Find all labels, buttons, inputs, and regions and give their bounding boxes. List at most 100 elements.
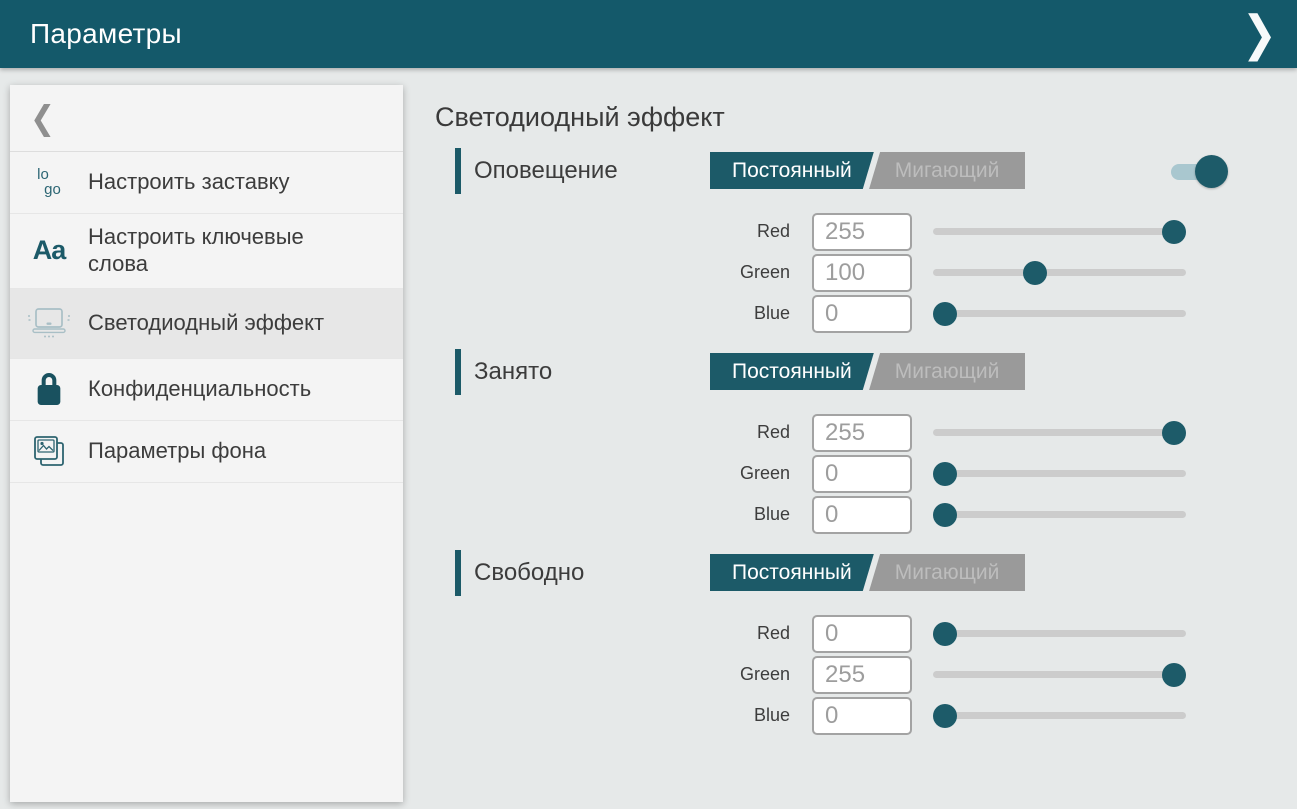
sidebar-item-led-effect[interactable]: Светодиодный эффект [10,289,403,359]
slider-thumb[interactable] [933,503,957,527]
red-value-input[interactable] [812,414,912,452]
slider-thumb[interactable] [1023,261,1047,285]
green-slider[interactable] [933,663,1186,687]
sidebar-item-label: Настроить заставку [88,169,290,196]
mode-segmented-control: Постоянный Мигающий [710,554,1025,591]
blue-value-input[interactable] [812,295,912,333]
sidebar-item-label: Настроить ключевые слова [88,224,338,278]
led-screen-icon [10,306,88,340]
slider-track [933,228,1186,235]
mode-blinking-button[interactable]: Мигающий [869,353,1025,390]
red-label: Red [435,422,790,443]
slider-thumb[interactable] [933,462,957,486]
mode-constant-button[interactable]: Постоянный [710,152,874,189]
chevron-right-icon[interactable]: ❯ [1242,10,1277,58]
blue-label: Blue [435,303,790,324]
mode-segmented-control: Постоянный Мигающий [710,152,1025,189]
green-value-input[interactable] [812,455,912,493]
red-row: Red [435,613,1297,654]
red-value-input[interactable] [812,615,912,653]
sidebar-item-privacy[interactable]: Конфиденциальность [10,359,403,421]
slider-track [933,630,1186,637]
sidebar-item-keywords[interactable]: Aa Настроить ключевые слова [10,214,403,289]
notification-enabled-toggle[interactable] [1171,155,1228,188]
mode-segmented-control: Постоянный Мигающий [710,353,1025,390]
blue-value-input[interactable] [812,496,912,534]
section-accent-bar [455,349,461,395]
red-slider[interactable] [933,421,1186,445]
green-label: Green [435,664,790,685]
blue-label: Blue [435,705,790,726]
slider-track [933,429,1186,436]
red-slider[interactable] [933,220,1186,244]
sidebar-item-screensaver[interactable]: lo go Настроить заставку [10,152,403,214]
blue-label: Blue [435,504,790,525]
sidebar-collapse-row[interactable]: ❮ [10,85,403,152]
section-title: Оповещение [474,157,618,185]
blue-slider[interactable] [933,503,1186,527]
slider-track [933,671,1186,678]
blue-row: Blue [435,695,1297,736]
chevron-left-icon: ❮ [30,99,55,138]
slider-thumb[interactable] [1162,663,1186,687]
slider-track [933,310,1186,317]
background-images-icon [10,433,88,469]
slider-thumb[interactable] [1162,421,1186,445]
mode-blinking-label: Мигающий [895,561,1000,585]
green-row: Green [435,654,1297,695]
mode-constant-label: Постоянный [732,159,852,183]
keywords-aa-icon: Aa [10,235,88,266]
blue-slider[interactable] [933,302,1186,326]
green-value-input[interactable] [812,656,912,694]
red-label: Red [435,623,790,644]
green-row: Green [435,453,1297,494]
mode-blinking-label: Мигающий [895,360,1000,384]
green-slider[interactable] [933,261,1186,285]
blue-row: Blue [435,494,1297,535]
section-busy: Занято Постоянный Мигающий Red Green [435,348,1297,535]
mode-blinking-button[interactable]: Мигающий [869,554,1025,591]
green-value-input[interactable] [812,254,912,292]
section-notification: Оповещение Постоянный Мигающий Red Green [435,147,1297,334]
slider-track [933,269,1186,276]
section-title: Занято [474,358,552,386]
slider-track [933,511,1186,518]
slider-thumb[interactable] [1162,220,1186,244]
section-accent-bar [455,148,461,194]
slider-thumb[interactable] [933,704,957,728]
section-free: Свободно Постоянный Мигающий Red Green [435,549,1297,736]
sidebar-item-background[interactable]: Параметры фона [10,421,403,483]
green-slider[interactable] [933,462,1186,486]
red-row: Red [435,412,1297,453]
led-effect-panel: Светодиодный эффект Оповещение Постоянны… [435,68,1297,736]
settings-sidebar: ❮ lo go Настроить заставку Aa Настроить … [10,85,403,802]
mode-blinking-label: Мигающий [895,159,1000,183]
red-label: Red [435,221,790,242]
red-row: Red [435,211,1297,252]
aa-glyph: Aa [33,235,66,266]
app-header: Параметры ❯ [0,0,1297,68]
logo-icon-line2: go [44,183,61,197]
slider-thumb[interactable] [933,302,957,326]
slider-track [933,470,1186,477]
lock-icon [10,371,88,407]
mode-constant-button[interactable]: Постоянный [710,554,874,591]
green-label: Green [435,262,790,283]
red-slider[interactable] [933,622,1186,646]
mode-blinking-button[interactable]: Мигающий [869,152,1025,189]
blue-value-input[interactable] [812,697,912,735]
green-label: Green [435,463,790,484]
logo-icon: lo go [10,168,88,197]
panel-title: Светодиодный эффект [435,102,1297,133]
mode-constant-button[interactable]: Постоянный [710,353,874,390]
mode-constant-label: Постоянный [732,360,852,384]
slider-thumb[interactable] [933,622,957,646]
sidebar-item-label: Светодиодный эффект [88,310,324,337]
sidebar-item-label: Конфиденциальность [88,376,311,403]
sidebar-item-label: Параметры фона [88,438,266,465]
slider-track [933,712,1186,719]
section-title: Свободно [474,559,584,587]
red-value-input[interactable] [812,213,912,251]
blue-slider[interactable] [933,704,1186,728]
section-accent-bar [455,550,461,596]
